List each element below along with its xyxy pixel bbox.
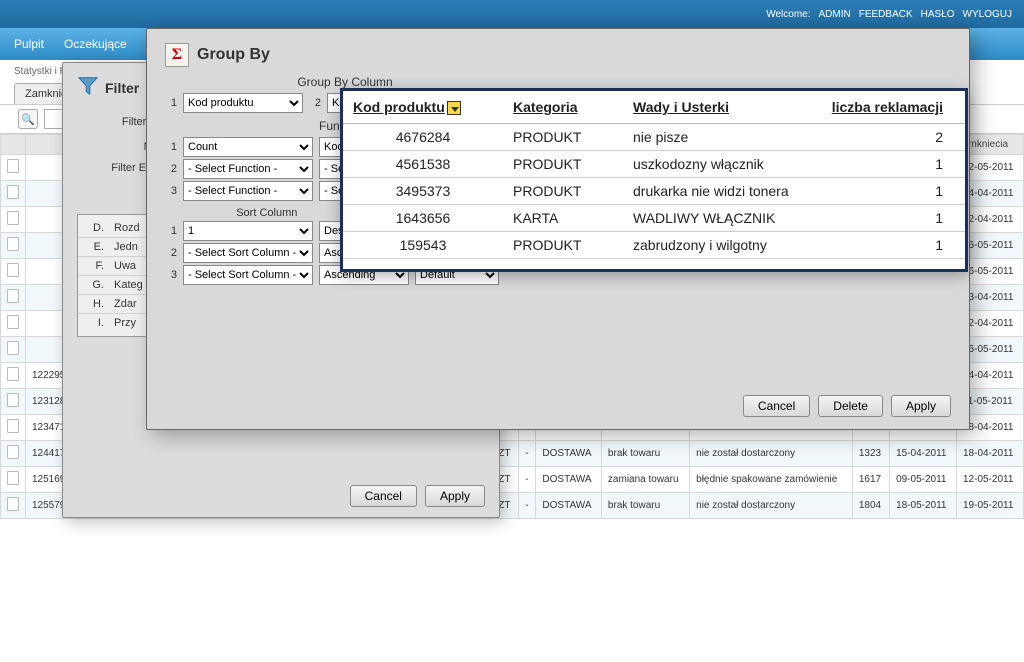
document-icon	[7, 497, 19, 511]
result-h-kat[interactable]: Kategoria	[503, 91, 623, 124]
result-row[interactable]: 4561538PRODUKTuszkodozny włącznik1	[343, 151, 965, 178]
link-logout[interactable]: WYLOGUJ	[963, 9, 1012, 20]
document-icon	[7, 367, 19, 381]
sortcol-section-label: Sort Column	[236, 207, 297, 219]
groupby-title: Group By	[197, 46, 270, 64]
result-h-wady[interactable]: Wady i Usterki	[623, 91, 815, 124]
user-name: ADMIN	[819, 9, 851, 20]
document-icon	[7, 445, 19, 459]
document-icon	[7, 341, 19, 355]
group-apply-button[interactable]: Apply	[891, 395, 951, 417]
menu-pulpit[interactable]: Pulpit	[14, 37, 44, 51]
document-icon	[7, 393, 19, 407]
group-cancel-button[interactable]: Cancel	[743, 395, 810, 417]
groupcol-section-label: Group By Column	[165, 75, 525, 89]
result-row[interactable]: 3495373PRODUKTdrukarka nie widzi tonera1	[343, 178, 965, 205]
result-row[interactable]: 1643656KARTAWADLIWY WŁĄCZNIK1	[343, 205, 965, 232]
func-3[interactable]: - Select Function -	[183, 181, 313, 201]
document-icon	[7, 211, 19, 225]
result-table-panel: Kod produktu Kategoria Wady i Usterki li…	[340, 88, 968, 272]
sort-1[interactable]: 1	[183, 221, 313, 241]
document-icon	[7, 159, 19, 173]
document-icon	[7, 263, 19, 277]
func-2[interactable]: - Select Function -	[183, 159, 313, 179]
result-h-liczba[interactable]: liczba reklamacji	[815, 91, 965, 124]
result-row[interactable]: 159543PRODUKTzabrudzony i wilgotny1	[343, 232, 965, 259]
sort-dropdown-icon[interactable]	[447, 101, 461, 115]
link-password[interactable]: HASŁO	[921, 9, 955, 20]
document-icon	[7, 471, 19, 485]
sort-2[interactable]: - Select Sort Column -	[183, 243, 313, 263]
funnel-icon	[77, 75, 99, 100]
document-icon	[7, 237, 19, 251]
result-h-kod[interactable]: Kod produktu	[353, 99, 445, 115]
group-delete-button[interactable]: Delete	[818, 395, 883, 417]
groupcol-1[interactable]: Kod produktu	[183, 93, 303, 113]
link-feedback[interactable]: FEEDBACK	[859, 9, 913, 20]
func-1[interactable]: Count	[183, 137, 313, 157]
filter-title: Filter	[105, 80, 139, 96]
welcome-label: Welcome:	[766, 9, 810, 20]
filter-apply-button[interactable]: Apply	[425, 485, 485, 507]
document-icon	[7, 289, 19, 303]
document-icon	[7, 315, 19, 329]
result-row[interactable]: 4676284PRODUKTnie pisze2	[343, 124, 965, 151]
filter-cancel-button[interactable]: Cancel	[350, 485, 417, 507]
document-icon	[7, 419, 19, 433]
search-icon[interactable]: 🔍	[18, 109, 38, 129]
document-icon	[7, 185, 19, 199]
sigma-icon: Σ	[165, 43, 189, 67]
sort-3[interactable]: - Select Sort Column -	[183, 265, 313, 285]
top-header: Welcome: ADMIN FEEDBACK HASŁO WYLOGUJ	[0, 0, 1024, 28]
menu-oczekujace[interactable]: Oczekujące	[64, 37, 127, 51]
